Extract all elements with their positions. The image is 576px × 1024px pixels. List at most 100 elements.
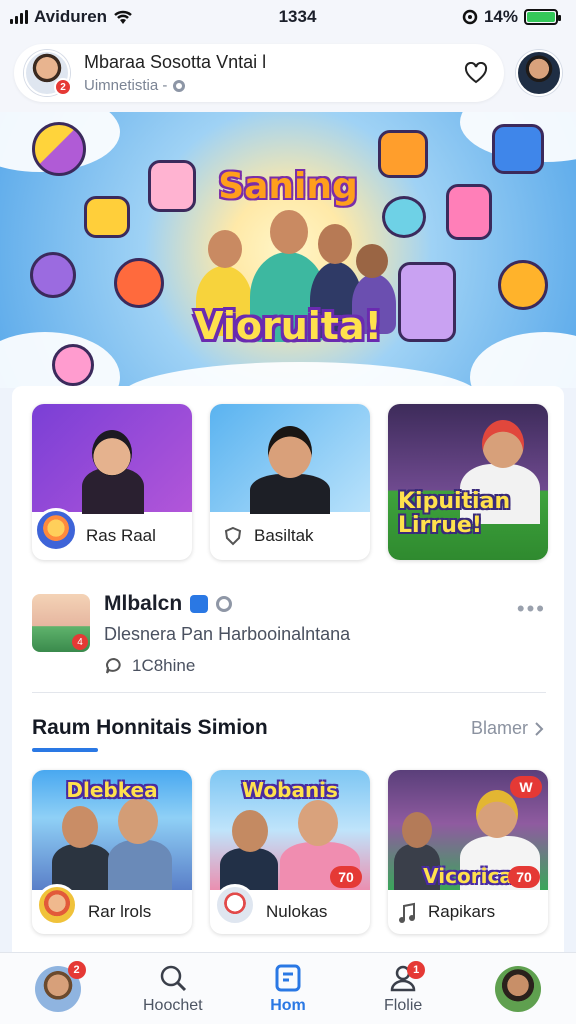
compass-sticker (30, 252, 76, 298)
main-card: Ras Raal Basiltak Kipuitian Lirrue! 4 Ml… (12, 386, 564, 952)
person-figure (482, 420, 524, 468)
section-tile[interactable]: Dlebkea Rar lrols (32, 770, 192, 934)
hero-title-top: Saning (218, 166, 358, 207)
tile-overlay-text: Kipuitian Lirrue! (398, 489, 511, 538)
favorite-button[interactable] (458, 55, 494, 91)
kid-figure (356, 244, 388, 278)
top-badge: W (510, 776, 542, 798)
header-subtitle-text: Uimnetistia - (84, 77, 168, 94)
search-icon (160, 965, 186, 991)
header-pill[interactable]: 2 Mbaraa Sosotta Vntai l Uimnetistia - (14, 44, 504, 102)
alarm-icon (462, 9, 478, 25)
battery-icon (524, 9, 561, 25)
see-more-label: Blamer (470, 718, 528, 738)
nav-label: Hom (270, 996, 306, 1014)
battery-percent: 14% (483, 7, 518, 26)
status-right: 14% (462, 7, 561, 27)
person-figure (62, 806, 98, 848)
status-left: Aviduren (10, 7, 133, 27)
kid-figure (270, 210, 308, 254)
tile-label: Basiltak (254, 526, 314, 545)
nav-search-tab[interactable]: Hoochet (123, 953, 223, 1024)
comments-link[interactable]: 1C8hine (104, 656, 195, 676)
chevron-right-icon (535, 721, 544, 736)
nav-profile-people-tab[interactable]: 1 Flolie (353, 953, 453, 1024)
avatar[interactable]: 2 (24, 50, 72, 96)
avatar-badge: 2 (54, 78, 72, 96)
nav-account-tab[interactable] (468, 953, 568, 1024)
more-options-button[interactable]: ••• (517, 596, 546, 622)
hero-title-bottom: Vioruita! (194, 304, 382, 348)
person-figure (52, 844, 112, 890)
bottom-nav: 2 Hoochet Hom 1 Flolie (0, 952, 576, 1024)
featured-tile[interactable]: Ras Raal (32, 404, 192, 560)
tile-image (32, 404, 192, 514)
status-ring-icon (173, 79, 186, 92)
avatar (495, 965, 542, 1012)
header-texts: Mbaraa Sosotta Vntai l Uimnetistia - (84, 52, 458, 94)
nav-profile-tab[interactable]: 2 (8, 953, 108, 1024)
see-more-link[interactable]: Blamer (471, 718, 544, 739)
post-thumbnail: 4 (32, 594, 90, 652)
home-icon (275, 964, 301, 991)
header-subtitle: Uimnetistia - (84, 77, 458, 94)
cloud-decoration (120, 362, 480, 388)
header: 2 Mbaraa Sosotta Vntai l Uimnetistia - (0, 34, 576, 112)
person-figure (232, 810, 268, 852)
tile-label: Ras Raal (86, 526, 156, 545)
nav-home-tab[interactable]: Hom (238, 953, 338, 1024)
count-badge: 70 (330, 866, 362, 888)
person-figure (108, 840, 172, 890)
count-badge: 70 (508, 866, 540, 888)
person-figure (118, 798, 158, 844)
verified-icon (190, 595, 209, 613)
post-title: Mlbalcn (104, 592, 183, 615)
kid-figure (318, 224, 352, 264)
clock: 1334 (278, 7, 317, 26)
tile-image: Dlebkea (32, 770, 192, 890)
person-figure (402, 812, 432, 848)
music-note-icon (399, 902, 415, 923)
tile-overlay-text: Dlebkea (66, 778, 158, 802)
swirl-sticker (114, 258, 164, 308)
section-tile[interactable]: Vicorica W 70 Rapikars (388, 770, 548, 934)
person-figure (298, 800, 338, 846)
featured-row: Ras Raal Basiltak Kipuitian Lirrue! (32, 404, 548, 560)
post-title-row: Mlbalcn (104, 592, 233, 616)
bunny-sticker (52, 344, 94, 386)
thumb-badge: 4 (72, 634, 88, 650)
tile-label-row: Rapikars (388, 890, 548, 934)
featured-tile[interactable]: Kipuitian Lirrue! (388, 404, 548, 560)
nav-badge: 2 (67, 960, 86, 979)
shield-icon (220, 523, 246, 549)
profile-avatar[interactable] (516, 50, 562, 96)
signal-icon (10, 10, 28, 24)
featured-tile[interactable]: Basiltak (210, 404, 370, 560)
nav-badge: 1 (407, 960, 426, 979)
comment-count: 1C8hine (132, 656, 196, 675)
person-figure (92, 430, 132, 476)
tile-overlay-text: Wobanis (242, 778, 338, 802)
status-bar: Aviduren 1334 14% (0, 0, 576, 34)
comment-icon (106, 657, 121, 674)
heart-icon (464, 62, 488, 84)
section-row: Dlebkea Rar lrols Wobanis 70 Nulokas Vic… (32, 770, 548, 934)
section-tile[interactable]: Wobanis 70 Nulokas (210, 770, 370, 934)
smile-sticker (498, 260, 548, 310)
person-figure (250, 474, 330, 514)
post-item[interactable]: 4 Mlbalcn Dlesnera Pan Harbooinalntana 1… (32, 586, 546, 676)
wifi-icon (114, 10, 132, 24)
tile-image (210, 404, 370, 514)
kid-figure (208, 230, 242, 268)
post-description: Dlesnera Pan Harbooinalntana (104, 624, 351, 644)
divider (32, 692, 546, 693)
tile-label: Rar lrols (88, 902, 152, 921)
status-ring-icon (216, 596, 233, 612)
tile-label-row: Basiltak (210, 512, 370, 560)
nav-label: Hoochet (142, 996, 203, 1014)
tile-label: Nulokas (266, 902, 328, 921)
hero-banner[interactable]: Saning Vioruita! (0, 112, 576, 388)
nav-label: Flolie (384, 996, 423, 1014)
person-figure (476, 790, 518, 838)
tile-label: Rapikars (428, 902, 496, 921)
